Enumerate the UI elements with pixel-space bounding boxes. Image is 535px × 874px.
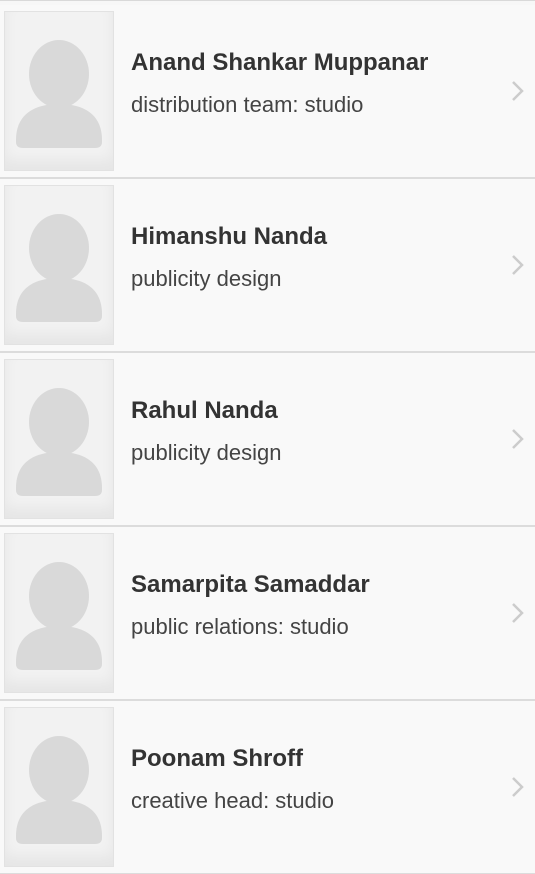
person-name: Himanshu Nanda [131,223,328,250]
person-placeholder-icon [16,388,102,496]
list-item[interactable]: Rahul Nanda publicity design [0,353,535,527]
person-name: Poonam Shroff [131,745,303,772]
chevron-right-icon [512,255,524,275]
avatar [4,707,114,867]
list-item[interactable]: Poonam Shroff creative head: studio [0,701,535,874]
person-role: publicity design [131,440,282,465]
person-name: Samarpita Samaddar [131,571,370,598]
person-placeholder-icon [16,40,102,148]
list-item[interactable]: Samarpita Samaddar public relations: stu… [0,527,535,701]
chevron-right-icon [512,429,524,449]
chevron-right-icon [512,81,524,101]
person-placeholder-icon [16,736,102,844]
person-role: publicity design [131,266,282,291]
chevron-right-icon [512,777,524,797]
avatar [4,11,114,171]
person-role: public relations: studio [131,614,349,639]
crew-list: Anand Shankar Muppanar distribution team… [0,0,535,874]
person-name: Rahul Nanda [131,397,278,424]
avatar [4,359,114,519]
avatar [4,533,114,693]
chevron-right-icon [512,603,524,623]
person-role: distribution team: studio [131,92,364,117]
person-placeholder-icon [16,562,102,670]
avatar [4,185,114,345]
person-role: creative head: studio [131,788,335,813]
person-name: Anand Shankar Muppanar [131,49,429,76]
list-item[interactable]: Himanshu Nanda publicity design [0,179,535,353]
list-item[interactable]: Anand Shankar Muppanar distribution team… [0,5,535,179]
person-placeholder-icon [16,214,102,322]
